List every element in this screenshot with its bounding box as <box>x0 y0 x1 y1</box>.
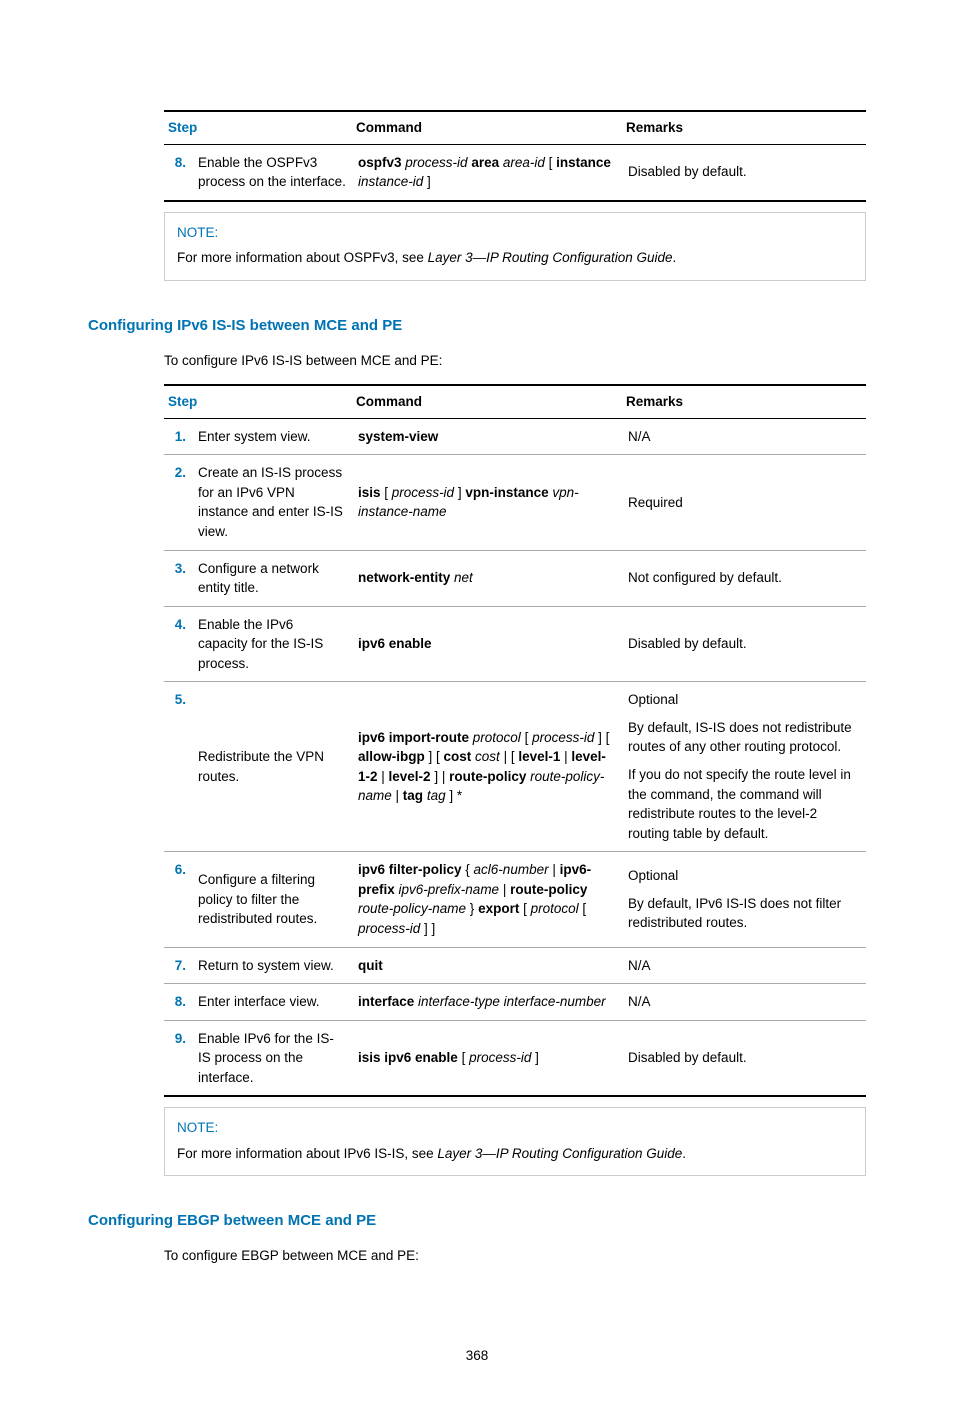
step-command: network-entity net <box>352 550 622 606</box>
note-label: NOTE: <box>177 1118 853 1138</box>
step-desc: Enable the IPv6 capacity for the IS-IS p… <box>192 606 352 682</box>
th-step: Step <box>164 111 352 144</box>
step-command: isis [ process-id ] vpn-instance vpn-ins… <box>352 455 622 550</box>
step-remarks: OptionalBy default, IS-IS does not redis… <box>622 682 866 852</box>
note-box: NOTE: For more information about OSPFv3,… <box>164 212 866 281</box>
step-command: ipv6 import-route protocol [ process-id … <box>352 682 622 852</box>
table-row: 2.Create an IS-IS process for an IPv6 VP… <box>164 455 866 550</box>
step-number: 8. <box>164 144 192 201</box>
step-desc: Create an IS-IS process for an IPv6 VPN … <box>192 455 352 550</box>
note-label: NOTE: <box>177 223 853 243</box>
step-command: system-view <box>352 418 622 455</box>
step-number: 3. <box>164 550 192 606</box>
table-row: 8.Enter interface view.interface interfa… <box>164 984 866 1021</box>
th-step: Step <box>164 385 352 418</box>
th-remarks: Remarks <box>622 385 866 418</box>
ospfv3-step-table: Step Command Remarks 8. Enable the OSPFv… <box>164 110 866 202</box>
step-number: 9. <box>164 1020 192 1096</box>
heading-ebgp: Configuring EBGP between MCE and PE <box>88 1210 866 1232</box>
step-desc: Enter system view. <box>192 418 352 455</box>
step-desc: Enter interface view. <box>192 984 352 1021</box>
step-remarks: N/A <box>622 947 866 984</box>
step-number: 6. <box>164 852 192 947</box>
step-remarks: Disabled by default. <box>622 606 866 682</box>
th-command: Command <box>352 385 622 418</box>
intro-text: To configure IPv6 IS-IS between MCE and … <box>164 351 866 371</box>
step-desc: Return to system view. <box>192 947 352 984</box>
table-row: 8. Enable the OSPFv3 process on the inte… <box>164 144 866 201</box>
step-number: 7. <box>164 947 192 984</box>
step-remarks: N/A <box>622 984 866 1021</box>
table-row: 5.Redistribute the VPN routes.ipv6 impor… <box>164 682 866 852</box>
step-desc: Enable the OSPFv3 process on the interfa… <box>192 144 352 201</box>
step-remarks: Required <box>622 455 866 550</box>
step-desc: Redistribute the VPN routes. <box>192 682 352 852</box>
th-remarks: Remarks <box>622 111 866 144</box>
intro-text: To configure EBGP between MCE and PE: <box>164 1246 866 1266</box>
step-desc: Enable IPv6 for the IS-IS process on the… <box>192 1020 352 1096</box>
table-row: 3.Configure a network entity title.netwo… <box>164 550 866 606</box>
step-command: ipv6 enable <box>352 606 622 682</box>
step-remarks: OptionalBy default, IPv6 IS-IS does not … <box>622 852 866 947</box>
table-row: 7.Return to system view.quitN/A <box>164 947 866 984</box>
step-command: isis ipv6 enable [ process-id ] <box>352 1020 622 1096</box>
note-text: For more information about IPv6 IS-IS, s… <box>177 1144 853 1164</box>
step-remarks: Disabled by default. <box>622 144 866 201</box>
step-number: 5. <box>164 682 192 852</box>
th-command: Command <box>352 111 622 144</box>
step-remarks: N/A <box>622 418 866 455</box>
note-text: For more information about OSPFv3, see L… <box>177 248 853 268</box>
ipv6-isis-step-table: Step Command Remarks 1.Enter system view… <box>164 384 866 1097</box>
note-box: NOTE: For more information about IPv6 IS… <box>164 1107 866 1176</box>
table-row: 6.Configure a filtering policy to filter… <box>164 852 866 947</box>
step-number: 4. <box>164 606 192 682</box>
heading-ipv6-isis: Configuring IPv6 IS-IS between MCE and P… <box>88 315 866 337</box>
step-command: ospfv3 process-id area area-id [ instanc… <box>352 144 622 201</box>
step-number: 1. <box>164 418 192 455</box>
step-command: interface interface-type interface-numbe… <box>352 984 622 1021</box>
step-desc: Configure a filtering policy to filter t… <box>192 852 352 947</box>
table-row: 4.Enable the IPv6 capacity for the IS-IS… <box>164 606 866 682</box>
step-desc: Configure a network entity title. <box>192 550 352 606</box>
table-row: 9.Enable IPv6 for the IS-IS process on t… <box>164 1020 866 1096</box>
step-remarks: Disabled by default. <box>622 1020 866 1096</box>
step-number: 2. <box>164 455 192 550</box>
step-remarks: Not configured by default. <box>622 550 866 606</box>
step-command: quit <box>352 947 622 984</box>
step-command: ipv6 filter-policy { acl6-number | ipv6-… <box>352 852 622 947</box>
table-row: 1.Enter system view.system-viewN/A <box>164 418 866 455</box>
step-number: 8. <box>164 984 192 1021</box>
page-number: 368 <box>88 1346 866 1366</box>
